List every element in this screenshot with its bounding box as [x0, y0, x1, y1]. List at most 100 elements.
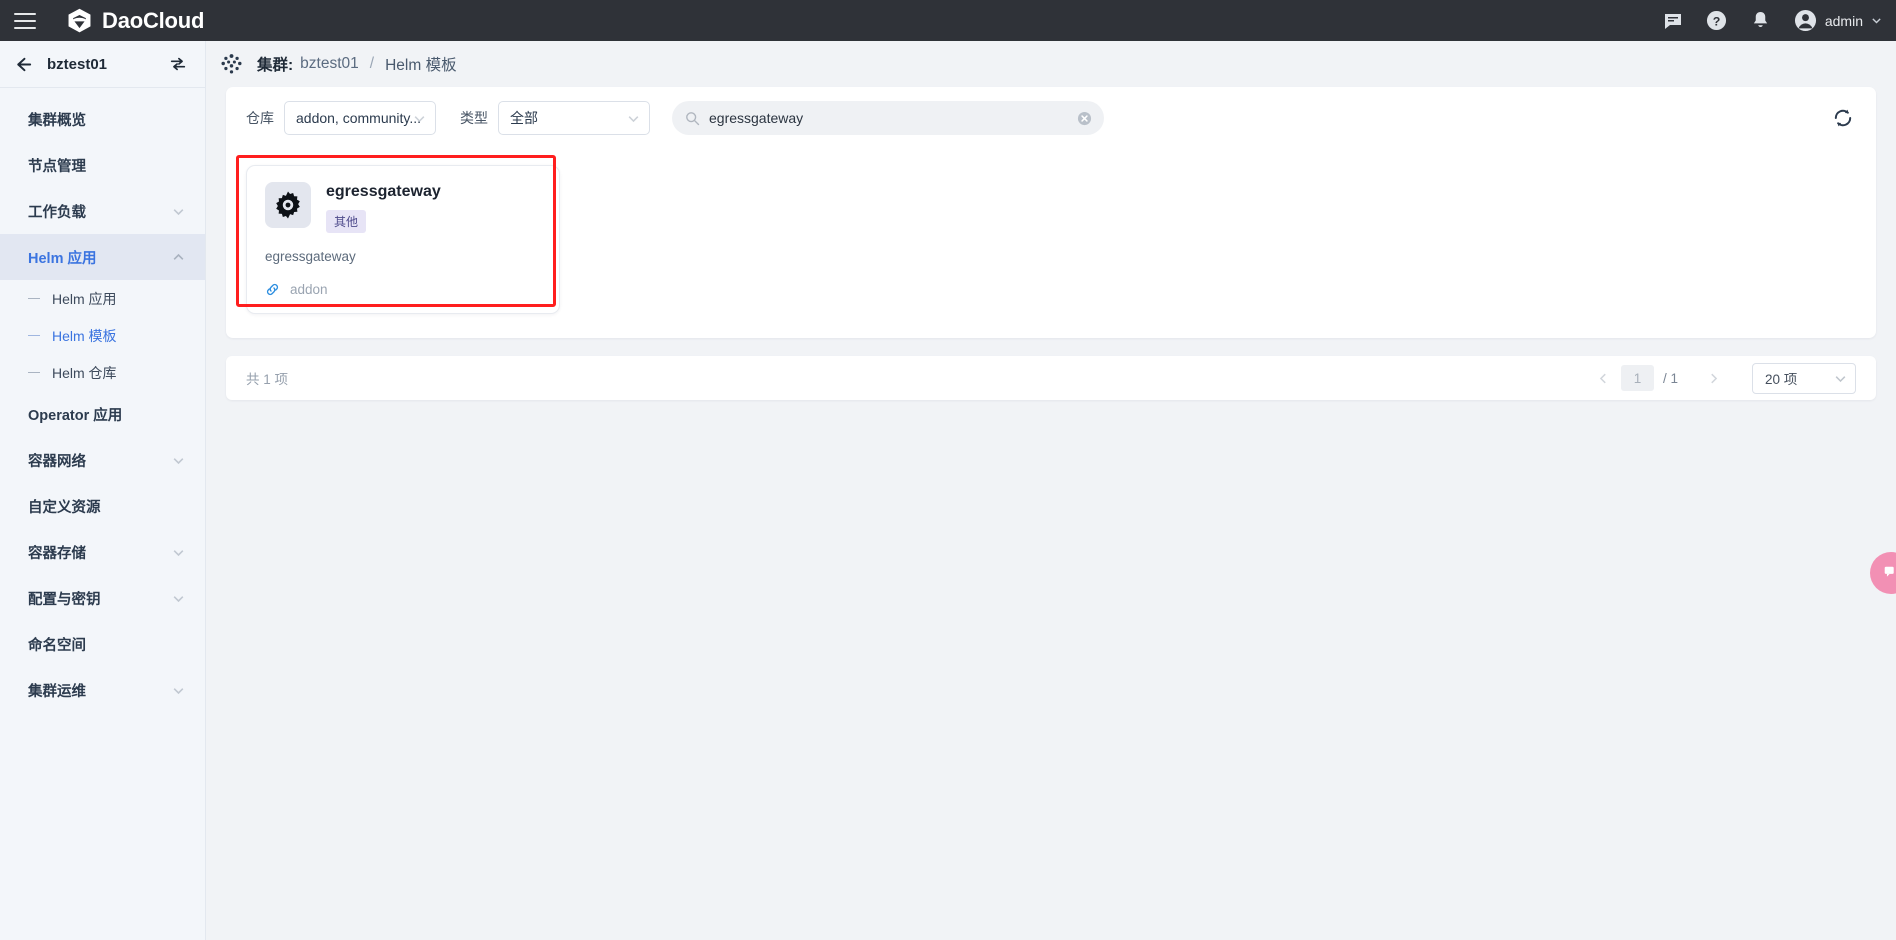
chevron-down-icon — [173, 595, 184, 602]
sidebar-item-label: 配置与密钥 — [28, 591, 101, 608]
page-size-value: 20 项 — [1765, 372, 1798, 388]
total-count: 共 1 项 — [246, 372, 289, 388]
search-input[interactable]: egressgateway — [672, 101, 1104, 135]
daocloud-logo-icon — [68, 8, 91, 33]
breadcrumb-current: Helm 模板 — [385, 57, 457, 74]
cluster-name: bztest01 — [47, 55, 108, 73]
sidebar-item-helm-apps[interactable]: Helm 应用 — [0, 280, 205, 317]
page-number-input[interactable]: 1 — [1620, 365, 1654, 392]
sidebar-item-label: 集群概览 — [28, 112, 86, 129]
sidebar-item-label: 自定义资源 — [28, 499, 101, 516]
page-number-value: 1 — [1633, 370, 1642, 386]
breadcrumb-separator: / — [369, 55, 375, 72]
main-content: 集群: bztest01 / Helm 模板 仓库 addon, communi… — [206, 41, 1896, 940]
sidebar-item-helm-templates[interactable]: Helm 模板 — [0, 317, 205, 354]
clear-icon[interactable] — [1077, 111, 1092, 126]
sidebar-item-helm-apps-group[interactable]: Helm 应用 — [0, 234, 205, 280]
search-icon — [686, 111, 700, 125]
brand[interactable]: DaoCloud — [66, 7, 204, 34]
sidebar-item-workloads[interactable]: 工作负载 — [0, 188, 205, 234]
sidebar-item-label: Operator 应用 — [28, 407, 123, 424]
sidebar-item-helm-repos[interactable]: Helm 仓库 — [0, 354, 205, 391]
chevron-down-icon — [173, 549, 184, 556]
prev-page-button[interactable] — [1591, 365, 1617, 391]
sidebar-item-container-storage[interactable]: 容器存储 — [0, 529, 205, 575]
user-name: admin — [1824, 12, 1863, 29]
sidebar-item-cluster-ops[interactable]: 集群运维 — [0, 667, 205, 713]
sidebar-item-config-secrets[interactable]: 配置与密钥 — [0, 575, 205, 621]
sidebar-item-custom-resources[interactable]: 自定义资源 — [0, 483, 205, 529]
refresh-icon — [1834, 109, 1852, 127]
sidebar-subitem-label: Helm 仓库 — [52, 364, 117, 381]
bell-icon[interactable] — [1750, 10, 1772, 32]
helm-template-card[interactable]: egressgateway 其他 egressgateway addon — [246, 165, 560, 315]
sidebar-item-overview[interactable]: 集群概览 — [0, 96, 205, 142]
avatar — [1794, 9, 1816, 32]
card-title-block: egressgateway 其他 — [326, 182, 441, 234]
dash-icon — [28, 371, 40, 374]
card-logo — [265, 182, 311, 228]
breadcrumb: 集群: bztest01 / Helm 模板 — [206, 41, 1896, 87]
card-title: egressgateway — [326, 183, 441, 200]
chevron-right-icon — [1710, 373, 1717, 384]
sidebar-item-label: 节点管理 — [28, 158, 86, 175]
chevron-down-icon — [628, 115, 639, 122]
search-value: egressgateway — [709, 110, 804, 126]
sidebar-header: bztest01 — [0, 41, 205, 88]
svg-text:?: ? — [1713, 14, 1721, 28]
chevron-left-icon — [1600, 373, 1607, 384]
page-size-select[interactable]: 20 项 — [1752, 362, 1856, 394]
sidebar: bztest01 集群概览 节点管理 工作负载 Helm 应用 Helm 应用 … — [0, 41, 206, 940]
chevron-down-icon — [173, 687, 184, 694]
chevron-down-icon — [1835, 375, 1846, 382]
card-header: egressgateway 其他 — [265, 182, 541, 234]
sidebar-item-namespaces[interactable]: 命名空间 — [0, 621, 205, 667]
link-icon — [266, 284, 279, 296]
pagination-controls: 1 / 1 20 项 — [1591, 362, 1856, 394]
sidebar-item-label: Helm 应用 — [28, 250, 97, 267]
next-page-button[interactable] — [1700, 365, 1726, 391]
type-select[interactable]: 全部 — [498, 101, 650, 135]
repo-select[interactable]: addon, community... — [284, 101, 436, 135]
hamburger-icon[interactable] — [14, 12, 36, 29]
type-filter-label: 类型 — [460, 110, 488, 126]
card-footer: addon — [265, 282, 541, 297]
sidebar-item-nodes[interactable]: 节点管理 — [0, 142, 205, 188]
sidebar-subitem-label: Helm 模板 — [52, 327, 117, 344]
sidebar-item-label: 命名空间 — [28, 637, 86, 654]
sidebar-item-label: 容器网络 — [28, 453, 86, 470]
feedback-icon — [1884, 566, 1894, 577]
user-menu[interactable]: admin — [1794, 9, 1882, 32]
sidebar-item-label: 容器存储 — [28, 545, 86, 562]
sidebar-nav: 集群概览 节点管理 工作负载 Helm 应用 Helm 应用 Helm 模板 H… — [0, 88, 205, 713]
switch-cluster-icon[interactable] — [169, 55, 187, 73]
gear-icon — [276, 191, 300, 219]
card-category-tag: 其他 — [326, 210, 367, 234]
help-icon[interactable]: ? — [1706, 10, 1728, 32]
sidebar-item-container-network[interactable]: 容器网络 — [0, 437, 205, 483]
dash-icon — [28, 334, 40, 337]
filter-bar: 仓库 addon, community... 类型 全部 egressgatew… — [226, 87, 1876, 149]
card-repo-name: addon — [290, 282, 328, 298]
repo-filter-label: 仓库 — [246, 110, 274, 126]
template-card-grid: egressgateway 其他 egressgateway addon — [226, 149, 1876, 338]
chevron-down-icon — [414, 115, 425, 122]
dash-icon — [28, 297, 40, 300]
refresh-button[interactable] — [1830, 105, 1856, 131]
kubernetes-cluster-icon — [221, 53, 242, 73]
sidebar-item-operator-apps[interactable]: Operator 应用 — [0, 391, 205, 437]
content-panel: 仓库 addon, community... 类型 全部 egressgatew… — [226, 87, 1876, 339]
breadcrumb-prefix: 集群: — [257, 57, 294, 74]
sidebar-item-label: 工作负载 — [28, 204, 86, 221]
sidebar-item-label: 集群运维 — [28, 683, 86, 700]
breadcrumb-text: 集群: bztest01 / Helm 模板 — [257, 53, 457, 75]
chevron-up-icon — [173, 253, 184, 260]
chevron-down-icon — [1872, 18, 1881, 24]
back-arrow-icon[interactable] — [14, 55, 33, 74]
breadcrumb-cluster[interactable]: bztest01 — [300, 55, 359, 73]
topbar-actions: ? admin — [1662, 9, 1896, 32]
chevron-down-icon — [173, 457, 184, 464]
feedback-fab-button[interactable] — [1870, 552, 1896, 594]
brand-name: DaoCloud — [102, 7, 205, 33]
chat-icon[interactable] — [1662, 10, 1684, 32]
